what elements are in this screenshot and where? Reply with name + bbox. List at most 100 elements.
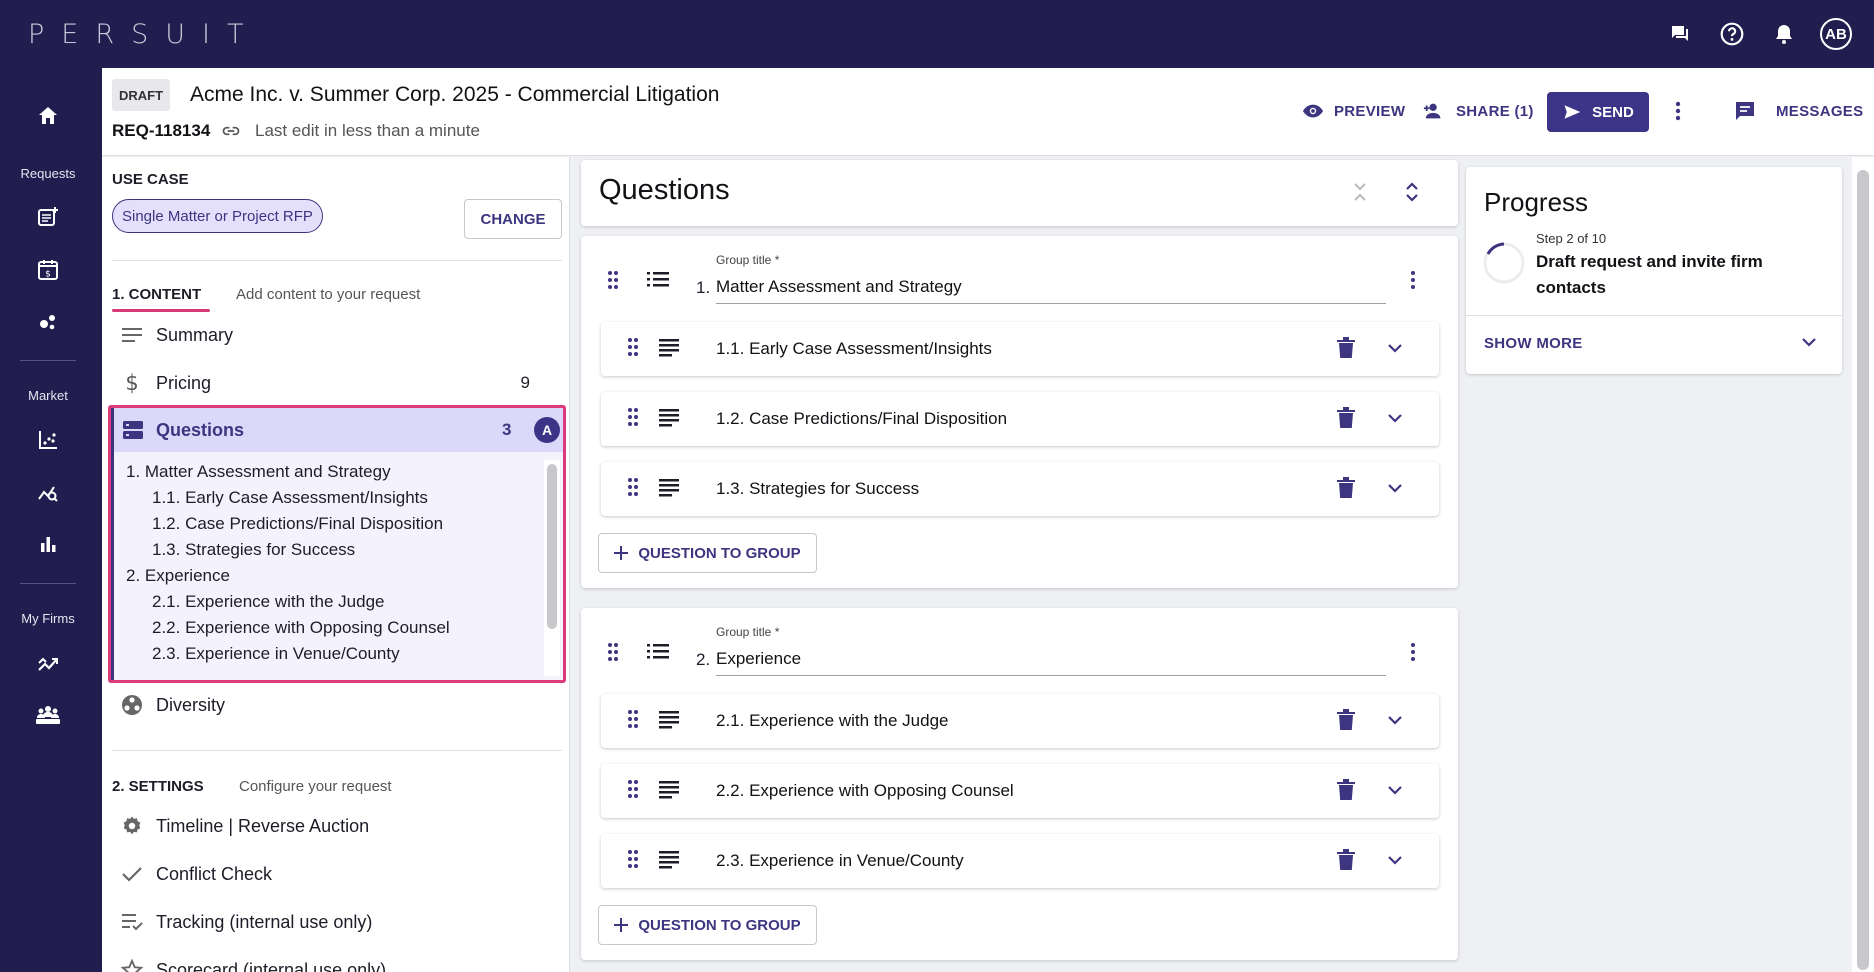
question-row[interactable]: 2.1. Experience with the Judge — [601, 694, 1439, 748]
user-avatar[interactable]: AB — [1820, 18, 1852, 50]
firms-group-icon[interactable] — [0, 695, 96, 735]
chevron-down-icon[interactable] — [1385, 779, 1405, 801]
toc-item[interactable]: 1.3. Strategies for Success — [152, 540, 355, 560]
share-button[interactable]: SHARE (1) — [1422, 92, 1534, 130]
trash-icon[interactable] — [1337, 779, 1355, 801]
rail-label-requests: Requests — [20, 166, 76, 181]
request-title: Acme Inc. v. Summer Corp. 2025 - Commerc… — [190, 83, 720, 106]
new-request-icon[interactable] — [0, 197, 96, 237]
trash-icon[interactable] — [1337, 849, 1355, 871]
question-row[interactable]: 2.2. Experience with Opposing Counsel — [601, 764, 1439, 818]
nav-item-tracking[interactable]: Tracking (internal use only) — [120, 902, 552, 942]
group-title-input[interactable]: Experience — [716, 644, 1386, 676]
drag-handle-icon[interactable] — [627, 407, 639, 427]
toc-item[interactable]: 2.1. Experience with the Judge — [152, 592, 384, 612]
chevron-down-icon[interactable] — [1798, 331, 1820, 353]
question-row[interactable]: 1.3. Strategies for Success — [601, 462, 1439, 516]
collapse-all-icon[interactable] — [1351, 180, 1369, 204]
add-question-to-group-button[interactable]: QUESTION TO GROUP — [598, 533, 817, 573]
toc-item[interactable]: 1.1. Early Case Assessment/Insights — [152, 488, 428, 508]
home-icon[interactable] — [0, 96, 96, 136]
drag-handle-icon[interactable] — [607, 642, 619, 662]
question-row[interactable]: 1.1. Early Case Assessment/Insights — [601, 322, 1439, 376]
chat-icon[interactable] — [1654, 8, 1706, 60]
trending-icon[interactable] — [0, 643, 96, 683]
more-options-button[interactable] — [1674, 92, 1692, 130]
group-title-label: Group title * — [716, 253, 780, 267]
messages-button[interactable]: MESSAGES — [1732, 92, 1863, 130]
text-lines-icon — [659, 337, 679, 357]
calendar-dollar-icon[interactable]: $ — [0, 250, 96, 290]
svg-text:$: $ — [125, 371, 138, 395]
nav-item-pricing[interactable]: $ Pricing 9 — [120, 363, 552, 403]
assignee-badge[interactable]: A — [534, 417, 560, 443]
analytics-search-icon[interactable] — [0, 472, 96, 512]
questions-nav-highlight: Questions 3 A 1. Matter Assessment and S… — [108, 405, 566, 683]
bar-chart-icon[interactable] — [0, 524, 96, 564]
question-row[interactable]: 2.3. Experience in Venue/County — [601, 834, 1439, 888]
nav-item-summary[interactable]: Summary — [120, 315, 552, 355]
drag-handle-icon[interactable] — [607, 270, 619, 290]
divider — [112, 260, 562, 261]
drag-handle-icon[interactable] — [627, 337, 639, 357]
help-icon[interactable] — [1706, 8, 1758, 60]
drag-handle-icon[interactable] — [627, 849, 639, 869]
trash-icon[interactable] — [1337, 709, 1355, 731]
question-title: 2.1. Experience with the Judge — [716, 711, 949, 730]
drag-handle-icon[interactable] — [627, 709, 639, 729]
trash-icon[interactable] — [1337, 337, 1355, 359]
chevron-down-icon[interactable] — [1385, 337, 1405, 359]
add-question-to-group-button[interactable]: QUESTION TO GROUP — [598, 905, 817, 945]
show-more-button[interactable]: SHOW MORE — [1484, 335, 1583, 352]
persuit-logo[interactable]: PERSUIT — [28, 19, 260, 50]
bubbles-icon[interactable] — [0, 302, 96, 342]
add-question-label: QUESTION TO GROUP — [638, 916, 801, 934]
expand-all-icon[interactable] — [1403, 180, 1421, 204]
chevron-down-icon[interactable] — [1385, 477, 1405, 499]
bell-icon[interactable] — [1758, 8, 1810, 60]
toc-scrollbar-thumb[interactable] — [547, 464, 557, 629]
group-menu-icon[interactable] — [1409, 642, 1417, 662]
toc-item[interactable]: 1. Matter Assessment and Strategy — [126, 462, 391, 482]
nav-item-timeline[interactable]: Timeline | Reverse Auction — [120, 806, 552, 846]
group-title-input[interactable]: Matter Assessment and Strategy — [716, 272, 1386, 304]
toc-item[interactable]: 2.2. Experience with Opposing Counsel — [152, 618, 450, 638]
toc-scrollbar[interactable] — [544, 460, 560, 676]
toc-item[interactable]: 1.2. Case Predictions/Final Disposition — [152, 514, 443, 534]
question-row[interactable]: 1.2. Case Predictions/Final Disposition — [601, 392, 1439, 446]
send-button[interactable]: SEND — [1547, 92, 1649, 132]
drag-handle-icon[interactable] — [627, 477, 639, 497]
trash-icon[interactable] — [1337, 477, 1355, 499]
preview-button[interactable]: PREVIEW — [1302, 92, 1405, 130]
group-menu-icon[interactable] — [1409, 270, 1417, 290]
nav-item-conflict-check[interactable]: Conflict Check — [120, 854, 552, 894]
nav-item-diversity[interactable]: Diversity — [120, 685, 552, 725]
text-lines-icon — [659, 849, 679, 869]
toc-item[interactable]: 2. Experience — [126, 566, 230, 586]
link-icon[interactable] — [220, 121, 242, 141]
nav-item-scorecard[interactable]: Scorecard (internal use only) — [120, 950, 552, 972]
page-scrollbar[interactable] — [1852, 157, 1874, 972]
plus-icon — [614, 918, 629, 932]
chevron-down-icon[interactable] — [1385, 709, 1405, 731]
scatter-chart-icon[interactable] — [0, 420, 96, 460]
drag-handle-icon[interactable] — [627, 779, 639, 799]
send-label: SEND — [1592, 103, 1634, 121]
page-scrollbar-thumb[interactable] — [1857, 170, 1869, 970]
settings-section-title[interactable]: 2. SETTINGS — [112, 778, 204, 795]
nav-item-label: Diversity — [156, 694, 226, 715]
use-case-heading: USE CASE — [112, 171, 189, 188]
star-icon — [120, 958, 144, 972]
chevron-down-icon[interactable] — [1385, 407, 1405, 429]
change-use-case-button[interactable]: CHANGE — [464, 199, 562, 239]
content-section-title[interactable]: 1. CONTENT — [112, 286, 201, 303]
rail-divider — [20, 583, 76, 584]
trash-icon[interactable] — [1337, 407, 1355, 429]
nav-item-questions[interactable]: Questions 3 A — [111, 408, 563, 452]
chevron-down-icon[interactable] — [1385, 849, 1405, 871]
toc-item[interactable]: 2.3. Experience in Venue/County — [152, 644, 400, 664]
question-title: 2.2. Experience with Opposing Counsel — [716, 781, 1014, 800]
text-lines-icon — [659, 779, 679, 799]
divider — [112, 750, 562, 751]
text-lines-icon — [659, 709, 679, 729]
